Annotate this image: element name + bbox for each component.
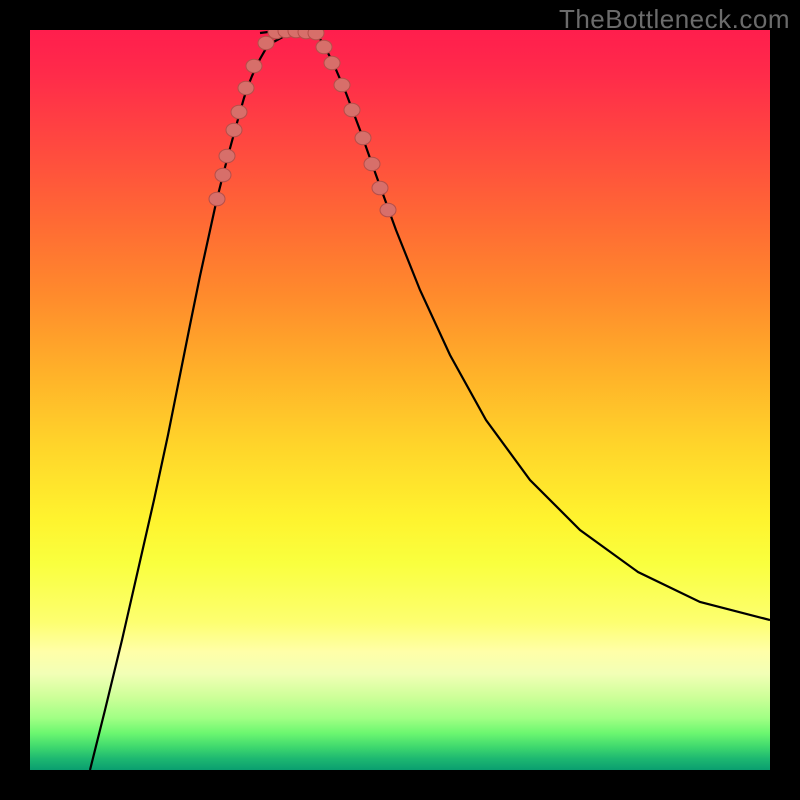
data-marker: [238, 81, 254, 95]
data-marker: [372, 181, 388, 195]
data-marker: [316, 40, 332, 54]
chart-svg: [30, 30, 770, 770]
marker-group: [209, 30, 396, 217]
data-marker: [364, 157, 380, 171]
data-marker: [344, 103, 360, 117]
chart-stage: TheBottleneck.com: [0, 0, 800, 800]
data-marker: [246, 59, 262, 73]
data-marker: [231, 105, 247, 119]
data-marker: [324, 56, 340, 70]
data-marker: [209, 192, 225, 206]
plot-area: [30, 30, 770, 770]
curve-left-branch: [90, 33, 290, 770]
data-marker: [219, 149, 235, 163]
data-marker: [355, 131, 371, 145]
curve-group: [90, 31, 770, 770]
data-marker: [334, 78, 350, 92]
curve-right-branch: [316, 33, 770, 620]
data-marker: [215, 168, 231, 182]
data-marker: [308, 30, 324, 40]
data-marker: [380, 203, 396, 217]
data-marker: [226, 123, 242, 137]
watermark-text: TheBottleneck.com: [559, 4, 790, 35]
